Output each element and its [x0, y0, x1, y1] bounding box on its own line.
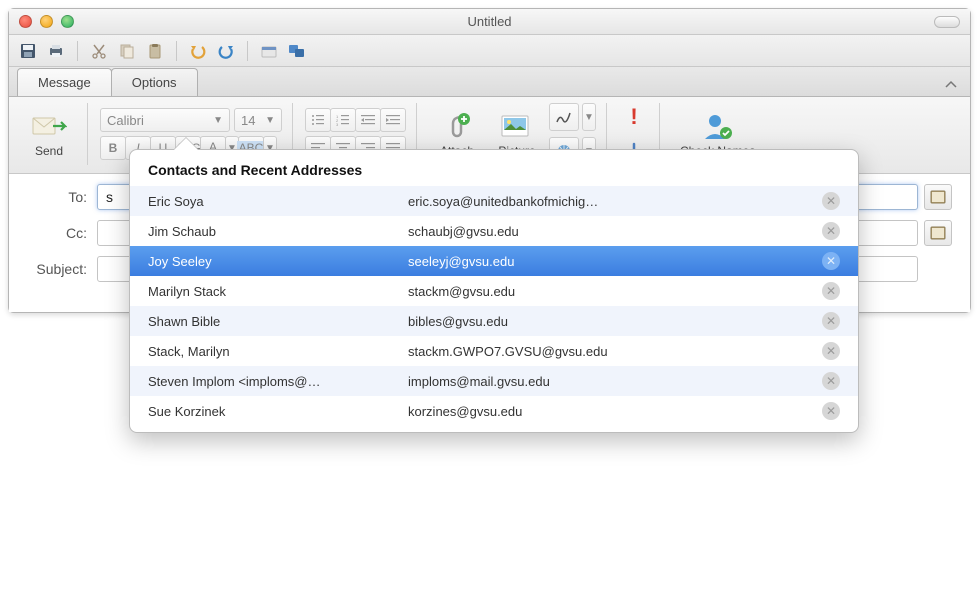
contact-email: eric.soya@unitedbankofmichig…	[408, 194, 822, 209]
separator	[77, 41, 78, 61]
autocomplete-heading: Contacts and Recent Addresses	[148, 162, 840, 178]
autocomplete-popover: Contacts and Recent Addresses Eric Soyae…	[129, 149, 859, 433]
contact-email: schaubj@gvsu.edu	[408, 224, 822, 239]
contact-email: seeleyj@gvsu.edu	[408, 254, 822, 269]
chevron-down-icon: ▼	[213, 115, 223, 126]
windows-icon[interactable]	[286, 40, 308, 62]
autocomplete-list: Eric Soyaeric.soya@unitedbankofmichig…✕J…	[130, 186, 858, 426]
save-icon[interactable]	[17, 40, 39, 62]
undo-icon[interactable]	[187, 40, 209, 62]
send-button[interactable]: Send	[21, 106, 77, 162]
titlebar-pill[interactable]	[934, 16, 960, 28]
font-size-value: 14	[241, 113, 255, 128]
person-check-icon	[700, 110, 736, 142]
font-family-value: Calibri	[107, 113, 144, 128]
font-family-select[interactable]: Calibri ▼	[100, 108, 230, 132]
contact-name: Steven Implom <imploms@…	[148, 374, 408, 389]
increase-indent-button[interactable]	[380, 108, 406, 132]
contact-email: imploms@mail.gvsu.edu	[408, 374, 822, 389]
window-title: Untitled	[9, 14, 970, 29]
signature-dropdown[interactable]: ▼	[582, 103, 596, 131]
svg-text:3: 3	[336, 122, 339, 126]
autocomplete-item[interactable]: Steven Implom <imploms@…imploms@mail.gvs…	[130, 366, 858, 396]
remove-suggestion-icon[interactable]: ✕	[822, 372, 840, 390]
send-label: Send	[35, 144, 63, 158]
address-book-cc-button[interactable]	[924, 220, 952, 246]
quick-access-toolbar	[9, 35, 970, 67]
redo-icon[interactable]	[215, 40, 237, 62]
send-icon	[31, 110, 67, 142]
remove-suggestion-icon[interactable]: ✕	[822, 312, 840, 330]
remove-suggestion-icon[interactable]: ✕	[822, 222, 840, 240]
paperclip-icon	[439, 110, 475, 142]
contact-name: Eric Soya	[148, 194, 408, 209]
toolbox-icon[interactable]	[258, 40, 280, 62]
contact-email: stackm@gvsu.edu	[408, 284, 822, 299]
copy-icon[interactable]	[116, 40, 138, 62]
autocomplete-item[interactable]: Sue Korzinekkorzines@gvsu.edu✕	[130, 396, 858, 426]
cut-icon[interactable]	[88, 40, 110, 62]
number-list-button[interactable]: 123	[330, 108, 356, 132]
contact-name: Jim Schaub	[148, 224, 408, 239]
compose-window: Untitled	[8, 8, 971, 313]
signature-button[interactable]	[549, 103, 579, 131]
titlebar: Untitled	[9, 9, 970, 35]
collapse-ribbon-icon[interactable]	[932, 74, 970, 96]
bullet-list-button[interactable]	[305, 108, 331, 132]
remove-suggestion-icon[interactable]: ✕	[822, 192, 840, 210]
contact-name: Stack, Marilyn	[148, 344, 408, 359]
autocomplete-item[interactable]: Shawn Biblebibles@gvsu.edu✕	[130, 306, 858, 336]
high-importance-button[interactable]: !	[619, 103, 649, 131]
contact-name: Joy Seeley	[148, 254, 408, 269]
to-label: To:	[27, 189, 97, 205]
remove-suggestion-icon[interactable]: ✕	[822, 342, 840, 360]
contact-name: Marilyn Stack	[148, 284, 408, 299]
separator	[176, 41, 177, 61]
ribbon-tabs: Message Options	[9, 67, 970, 97]
tab-options[interactable]: Options	[111, 68, 198, 96]
contact-email: korzines@gvsu.edu	[408, 404, 822, 419]
contact-name: Shawn Bible	[148, 314, 408, 329]
bold-button[interactable]: B	[100, 136, 126, 160]
subject-label: Subject:	[27, 261, 97, 277]
autocomplete-item[interactable]: Eric Soyaeric.soya@unitedbankofmichig…✕	[130, 186, 858, 216]
remove-suggestion-icon[interactable]: ✕	[822, 282, 840, 300]
chevron-down-icon: ▼	[265, 115, 275, 126]
autocomplete-item[interactable]: Jim Schaubschaubj@gvsu.edu✕	[130, 216, 858, 246]
paste-icon[interactable]	[144, 40, 166, 62]
picture-icon	[499, 110, 535, 142]
contact-email: stackm.GWPO7.GVSU@gvsu.edu	[408, 344, 822, 359]
remove-suggestion-icon[interactable]: ✕	[822, 252, 840, 270]
contact-name: Sue Korzinek	[148, 404, 408, 419]
print-icon[interactable]	[45, 40, 67, 62]
address-book-to-button[interactable]	[924, 184, 952, 210]
contact-email: bibles@gvsu.edu	[408, 314, 822, 329]
send-group: Send	[17, 103, 88, 165]
font-size-select[interactable]: 14 ▼	[234, 108, 282, 132]
remove-suggestion-icon[interactable]: ✕	[822, 402, 840, 420]
autocomplete-item[interactable]: Joy Seeleyseeleyj@gvsu.edu✕	[130, 246, 858, 276]
decrease-indent-button[interactable]	[355, 108, 381, 132]
autocomplete-item[interactable]: Stack, Marilynstackm.GWPO7.GVSU@gvsu.edu…	[130, 336, 858, 366]
separator	[247, 41, 248, 61]
tab-message[interactable]: Message	[17, 68, 112, 96]
cc-label: Cc:	[27, 225, 97, 241]
autocomplete-item[interactable]: Marilyn Stackstackm@gvsu.edu✕	[130, 276, 858, 306]
